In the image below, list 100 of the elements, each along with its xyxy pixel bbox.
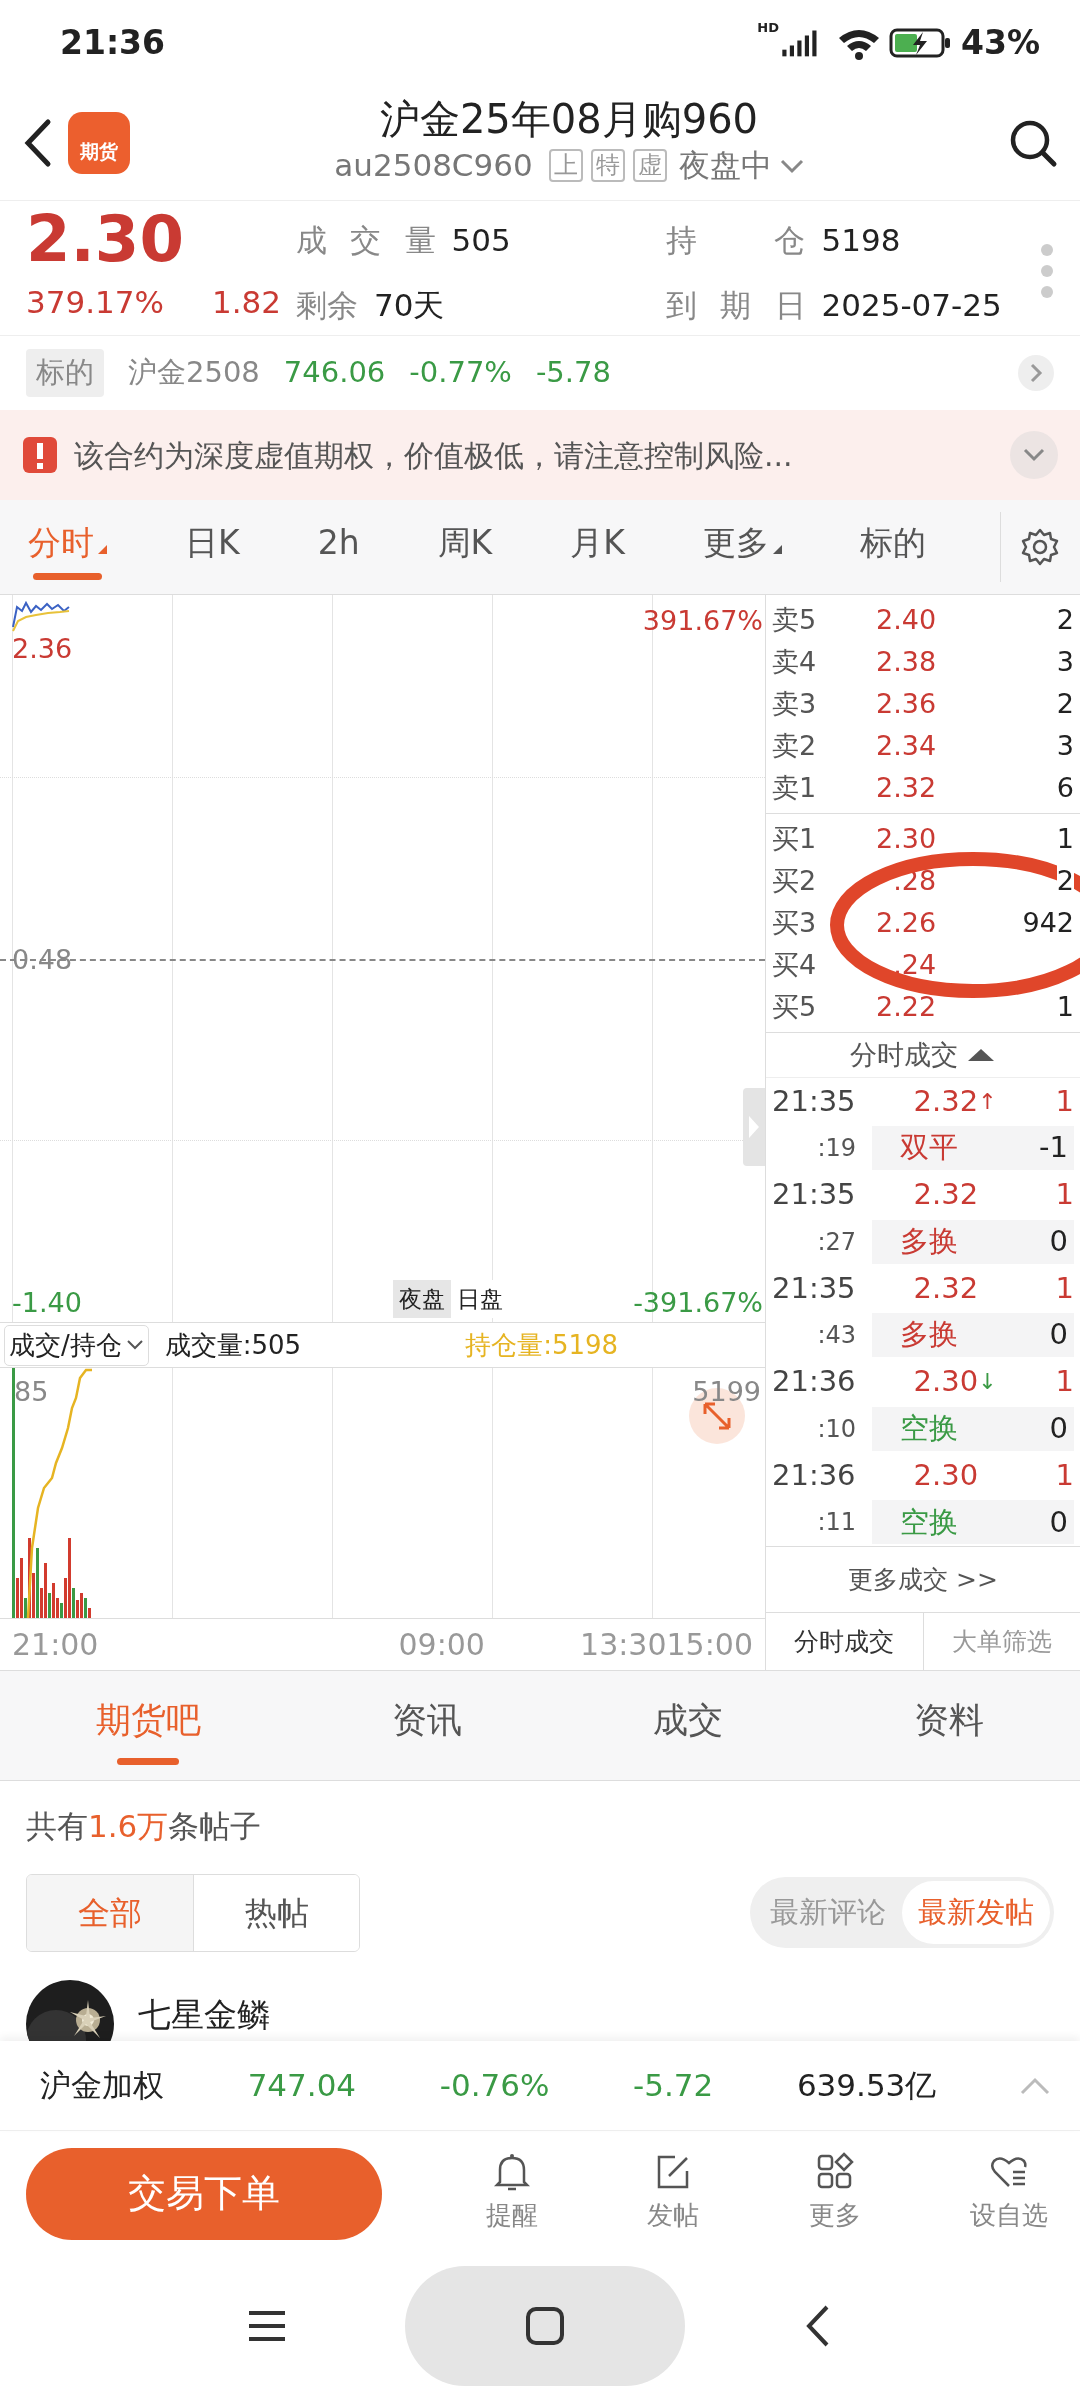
chart-tab[interactable]: 周K	[433, 512, 497, 582]
trade-quantity: 1	[1055, 1269, 1074, 1307]
indicator-select[interactable]: 成交/持仓	[4, 1324, 149, 1366]
ticker-change-percent: -0.76%	[439, 2066, 550, 2106]
action-label: 发帖	[647, 2199, 699, 2232]
sort-up-icon[interactable]	[966, 1046, 996, 1063]
trade-seconds: :43	[816, 1320, 856, 1352]
order-price: .24	[892, 947, 937, 982]
action-label: 设自选	[970, 2199, 1048, 2232]
order-level: 买3	[772, 905, 817, 940]
open-interest-change: -1	[1039, 1129, 1068, 1167]
post-count: 共有1.6万条帖子	[26, 1807, 263, 1846]
chart-tab[interactable]: 2h	[313, 512, 364, 582]
tick-arrow: ↓	[978, 1368, 997, 1397]
axis-label: 5199	[692, 1378, 761, 1405]
session-status: 夜盘中	[678, 146, 772, 186]
order-price: 2.22	[875, 989, 937, 1024]
field-value: 70天	[374, 286, 445, 325]
trade-type: 多换	[900, 1222, 958, 1260]
open-interest-change: 0	[1049, 1503, 1068, 1541]
back-icon[interactable]	[22, 117, 52, 168]
axis-label: 09:00	[398, 1626, 485, 1664]
contract-code: au2508C960	[334, 146, 533, 186]
chart-tab[interactable]: 更多	[698, 512, 786, 582]
chevron-right-icon[interactable]	[1018, 355, 1054, 391]
trade-price: 2.32	[913, 1176, 979, 1214]
trade-seconds: :27	[816, 1226, 856, 1258]
order-price: 2.40	[875, 602, 937, 637]
last-price: 2.30	[26, 207, 185, 271]
trade-quantity: 1	[1055, 1082, 1074, 1120]
collapse-handle[interactable]	[743, 1088, 765, 1166]
trade-type: 空换	[900, 1503, 958, 1541]
trade-type: 双平	[900, 1129, 958, 1167]
action-button[interactable]: 提醒	[479, 2151, 544, 2236]
ticker-change: -5.72	[633, 2066, 714, 2106]
status-time: 21:36	[60, 21, 166, 64]
trade-quantity: 1	[1055, 1363, 1074, 1401]
chevron-down-icon[interactable]	[779, 157, 804, 174]
field-label: 成交量	[296, 221, 436, 260]
action-button[interactable]: 设自选	[964, 2151, 1054, 2236]
trade-seconds: :19	[816, 1133, 856, 1165]
contract-tag: 上	[548, 149, 583, 182]
axis-label: -1.40	[12, 1289, 82, 1316]
square-icon	[525, 2306, 565, 2346]
ticker-price: 747.04	[247, 2066, 357, 2106]
settings-icon[interactable]	[1020, 527, 1061, 567]
axis-label: 85	[14, 1378, 49, 1405]
community-tab[interactable]: 资讯	[381, 1686, 472, 1765]
trade-time: 21:36	[772, 1363, 856, 1401]
tick-arrow: ↑	[978, 1087, 997, 1116]
warning-icon	[22, 436, 58, 474]
page-title: 沪金25年08月购960	[379, 96, 759, 143]
order-level: 卖2	[772, 728, 817, 763]
field-label: 到期日	[666, 286, 806, 325]
axis-label: 15:00	[666, 1626, 753, 1664]
trade-price: 2.30	[913, 1363, 979, 1401]
underlying-change: -5.78	[535, 354, 611, 392]
action-button[interactable]: 发帖	[641, 2151, 705, 2236]
community-tab[interactable]: 资料	[904, 1686, 995, 1765]
chevron-down-icon[interactable]	[1010, 431, 1058, 479]
chevron-up-icon[interactable]	[1020, 2076, 1050, 2095]
chart-tab[interactable]: 月K	[566, 512, 629, 582]
axis-label: -391.67%	[633, 1289, 763, 1316]
trade-time: 21:36	[772, 1456, 856, 1494]
trade-time: 21:35	[772, 1269, 856, 1307]
action-label: 提醒	[485, 2199, 538, 2232]
axis-label: 13:30	[580, 1626, 667, 1664]
field-value: 5198	[821, 221, 901, 260]
contract-tag: 虚	[632, 149, 667, 182]
change-percent: 379.17%	[26, 283, 164, 322]
open-interest-change: 0	[1049, 1222, 1068, 1260]
action-button[interactable]: 更多	[802, 2151, 867, 2236]
trade-type: 空换	[900, 1409, 958, 1447]
order-level: 卖3	[772, 686, 817, 721]
order-price: 2.32	[875, 770, 937, 805]
menu-icon[interactable]	[247, 2310, 287, 2342]
session-tab[interactable]: 夜盘	[393, 1279, 451, 1318]
trade-time: 21:35	[772, 1082, 856, 1120]
trade-price: 2.32	[913, 1082, 979, 1120]
chart-tab[interactable]: 标的	[855, 512, 930, 582]
contract-tag: 特	[590, 149, 625, 182]
filter-tab[interactable]: 热帖	[193, 1874, 359, 1951]
underlying-tag: 标的	[26, 349, 104, 397]
ticker-turnover: 639.53亿	[796, 2066, 937, 2106]
battery-percent: 43%	[961, 21, 1040, 64]
underlying-name: 沪金2508	[128, 354, 260, 392]
trade-price: 2.30	[913, 1456, 979, 1494]
author-name[interactable]: 七星金鳞	[138, 1989, 270, 2039]
order-level: 卖4	[772, 644, 817, 679]
community-tab[interactable]: 成交	[643, 1686, 734, 1765]
order-level: 买1	[772, 821, 817, 856]
order-price: 2.26	[875, 905, 937, 940]
ticker-name: 沪金加权	[40, 2066, 164, 2106]
trade-price: 2.32	[913, 1269, 979, 1307]
order-price: 2.30	[875, 821, 937, 856]
more-trades-link[interactable]: 更多成交 >>	[848, 1560, 998, 1599]
battery-icon	[889, 26, 953, 59]
change-value: 1.82	[211, 283, 281, 322]
open-interest-change: 0	[1049, 1316, 1068, 1354]
chart-tab[interactable]: 日K	[181, 512, 244, 582]
